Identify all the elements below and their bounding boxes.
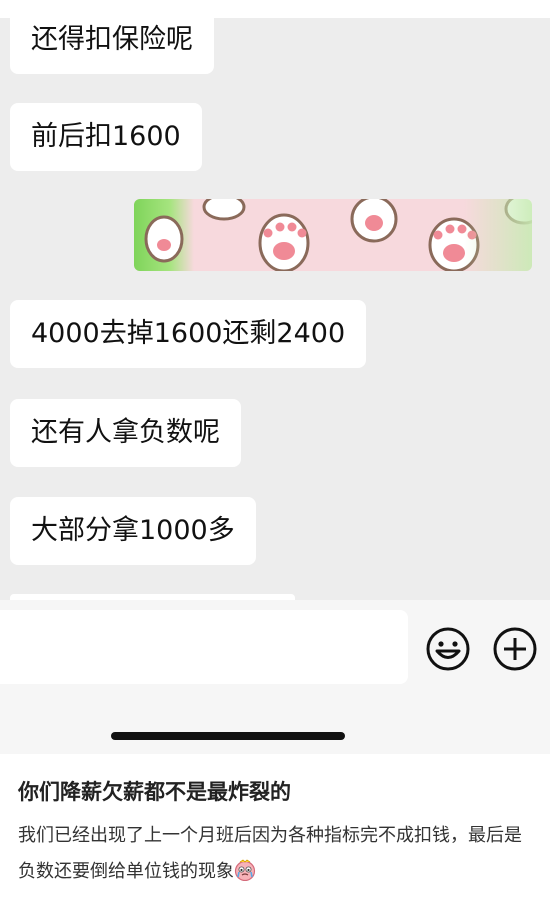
- message-bubble[interactable]: 还得扣保险呢: [10, 6, 214, 74]
- message-bubble[interactable]: 大部分拿1000多: [10, 497, 256, 565]
- message-text: 还有人拿负数呢: [31, 417, 220, 448]
- message-text: 还得扣保险呢: [31, 24, 193, 55]
- smiley-icon[interactable]: [425, 626, 471, 672]
- message-bubble[interactable]: 还有人拿负数呢: [10, 399, 241, 467]
- crying-face-icon: [234, 859, 256, 881]
- message-text: 前后扣1600: [31, 121, 181, 152]
- sticker-message[interactable]: [134, 199, 532, 271]
- message-input[interactable]: [0, 610, 408, 684]
- home-indicator: [111, 732, 345, 740]
- post-title: 你们降薪欠薪都不是最炸裂的: [18, 780, 291, 804]
- post-caption: 你们降薪欠薪都不是最炸裂的 我们已经出现了上一个月班后因为各种指标完不成扣钱，最…: [0, 754, 550, 923]
- message-bubble[interactable]: 4000去掉1600还剩2400: [10, 300, 367, 368]
- message-bubble[interactable]: 前后扣1600: [10, 103, 202, 171]
- post-body: 我们已经出现了上一个月班后因为各种指标完不成扣钱，最后是负数还要倒给单位钱的现象: [18, 818, 533, 890]
- post-body-text: 我们已经出现了上一个月班后因为各种指标完不成扣钱，最后是负数还要倒给单位钱的现象: [18, 825, 522, 882]
- sticker-edge-light: [464, 199, 532, 271]
- chat-area: 还得扣保险呢 前后扣1600 4000去掉1600还剩2400 还有人拿负数呢 …: [0, 0, 550, 600]
- plus-circle-icon[interactable]: [492, 626, 538, 672]
- message-text: 大部分拿1000多: [31, 515, 235, 546]
- message-text: 4000去掉1600还剩2400: [31, 318, 346, 349]
- input-bar: [0, 600, 550, 754]
